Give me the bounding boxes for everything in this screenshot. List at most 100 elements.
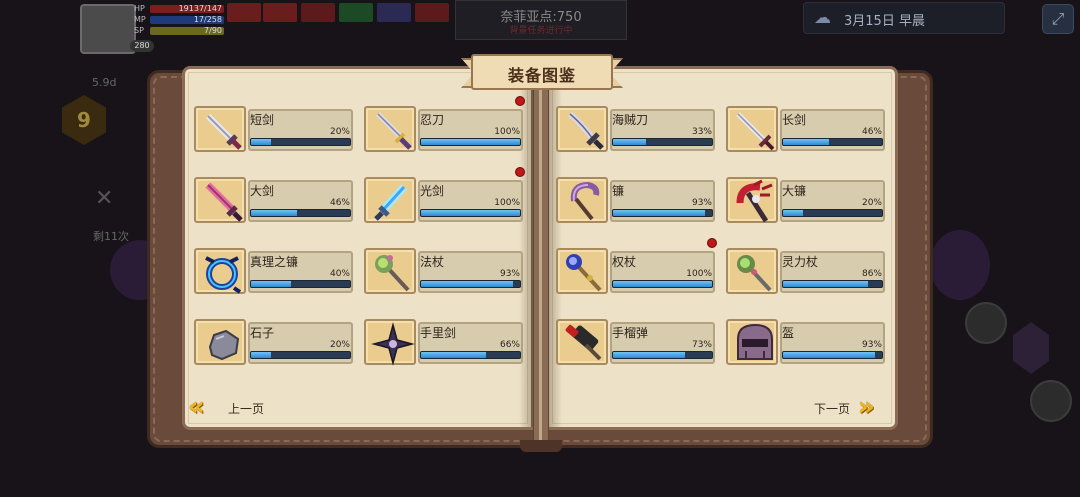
equipment-icon-frame <box>194 248 246 294</box>
equipment-percent: 40% <box>329 269 350 279</box>
equipment-name: 真理之镰 <box>250 255 299 269</box>
status-tag <box>263 3 297 22</box>
book-spine-bottom <box>520 440 562 452</box>
mp-value: 17/258 <box>193 15 222 24</box>
stone-icon <box>208 329 240 361</box>
equipment-progress-fill <box>613 210 706 216</box>
equipment-card[interactable]: 海贼刀 33% <box>556 96 716 154</box>
skill-hex[interactable] <box>1013 322 1049 374</box>
equipment-card[interactable]: 权杖 100% <box>556 238 717 296</box>
equipment-progress-fill <box>783 139 829 145</box>
equipment-progress-fill <box>613 139 646 145</box>
equipment-percent: 66% <box>499 340 520 350</box>
equipment-card[interactable]: 手里剑 66% <box>364 309 524 367</box>
menu-button[interactable]: ⤢ <box>1042 4 1074 34</box>
equipment-card[interactable]: 手榴弹 73% <box>556 309 716 367</box>
short-sword-icon <box>205 113 242 150</box>
status-tag <box>377 3 411 22</box>
new-indicator-dot <box>707 238 717 248</box>
equipment-card[interactable]: 盔 93% <box>726 309 886 367</box>
equipment-name: 盔 <box>782 326 795 340</box>
time-left: 5.9d <box>92 76 117 89</box>
bg-glow <box>930 230 990 300</box>
status-tag <box>227 3 261 22</box>
mp-label: MP <box>134 15 146 24</box>
great-sword-icon <box>205 182 243 222</box>
equipment-icon-frame <box>364 319 416 366</box>
equipment-icon-frame <box>364 106 416 152</box>
equipment-card[interactable]: 真理之镰 40% <box>194 238 354 296</box>
equipment-progress-bar <box>782 138 883 146</box>
shuriken-icon <box>371 322 415 366</box>
equipment-progress-bar <box>250 209 351 217</box>
equipment-progress-fill <box>421 210 520 216</box>
long-sword-icon <box>736 112 775 151</box>
search-icon[interactable] <box>965 302 1007 344</box>
equipment-card[interactable]: 石子 20% <box>194 309 354 367</box>
equipment-percent: 20% <box>329 340 350 350</box>
equipment-name: 手里剑 <box>420 326 457 340</box>
equipment-icon-frame <box>556 248 608 294</box>
prev-page-button[interactable]: « 上一页 <box>186 392 296 424</box>
equipment-progress-bar <box>420 209 521 217</box>
equipment-percent: 20% <box>329 127 350 137</box>
equipment-icon-frame <box>194 106 246 152</box>
equipment-percent: 86% <box>861 269 882 279</box>
equipment-name: 海贼刀 <box>612 113 649 127</box>
spirit-staff-icon <box>737 255 772 292</box>
grenade-icon <box>565 324 602 361</box>
next-page-button[interactable]: 下一页 » <box>790 392 900 424</box>
equipment-progress-bar <box>250 280 351 288</box>
sp-stat: SP 7/90 <box>134 26 224 36</box>
pirate-sword-icon <box>568 111 604 150</box>
equipment-progress-bar <box>612 351 713 359</box>
status-tag <box>415 3 449 22</box>
equipment-progress-bar <box>420 351 521 359</box>
equipment-card[interactable]: 忍刀 100% <box>364 96 525 154</box>
date-panel: ☁ 3月15日 早晨 <box>803 2 1005 34</box>
equipment-name: 法杖 <box>420 255 445 269</box>
light-sword-icon <box>374 184 407 221</box>
floor-number: 9 <box>77 108 91 132</box>
status-tag <box>339 3 373 22</box>
equipment-progress-bar <box>612 138 713 146</box>
double-chevron-left-icon: « <box>188 392 205 422</box>
equipment-card[interactable]: 镰 93% <box>556 167 716 225</box>
player-avatar[interactable] <box>80 4 136 54</box>
equipment-card[interactable]: 短剑 20% <box>194 96 354 154</box>
equipment-progress-bar <box>782 280 883 288</box>
equipment-card[interactable]: 光剑 100% <box>364 167 525 225</box>
equipment-name: 石子 <box>250 326 275 340</box>
equipment-icon-frame <box>726 106 778 152</box>
bow-icon[interactable] <box>1030 380 1072 422</box>
double-chevron-right-icon: » <box>858 392 875 422</box>
sickle-icon <box>570 181 600 221</box>
crossed-swords-icon: ✕ <box>95 186 114 211</box>
equipment-card[interactable]: 法杖 93% <box>364 238 524 296</box>
equipment-progress-fill <box>421 352 487 358</box>
equipment-progress-fill <box>613 352 686 358</box>
equipment-name: 光剑 <box>420 184 445 198</box>
equipment-card[interactable]: 灵力杖 86% <box>726 238 886 296</box>
equipment-name: 大镰 <box>782 184 807 198</box>
equipment-card[interactable]: 大镰 20% <box>726 167 886 225</box>
sp-label: SP <box>134 26 144 35</box>
truth-scythe-icon <box>205 256 242 294</box>
equipment-progress-fill <box>251 139 271 145</box>
equipment-percent: 73% <box>691 340 712 350</box>
equipment-progress-bar <box>420 138 521 146</box>
equipment-icon-frame <box>194 319 246 365</box>
date-text: 3月15日 早晨 <box>844 14 925 29</box>
helmet-icon <box>737 323 773 360</box>
equipment-card[interactable]: 长剑 46% <box>726 96 886 154</box>
equipment-card[interactable]: 大剑 46% <box>194 167 354 225</box>
equipment-icon-frame <box>726 319 778 365</box>
quest-panel[interactable]: 奈菲亚点:750 背景任务进行中 <box>455 0 627 40</box>
scepter-icon <box>566 254 602 292</box>
equipment-name: 大剑 <box>250 184 275 198</box>
equipment-percent: 93% <box>499 269 520 279</box>
equipment-progress-bar <box>612 209 713 217</box>
equipment-name: 权杖 <box>612 255 637 269</box>
hp-stat: HP 19137/147 <box>134 4 224 14</box>
equipment-percent: 100% <box>686 269 712 279</box>
